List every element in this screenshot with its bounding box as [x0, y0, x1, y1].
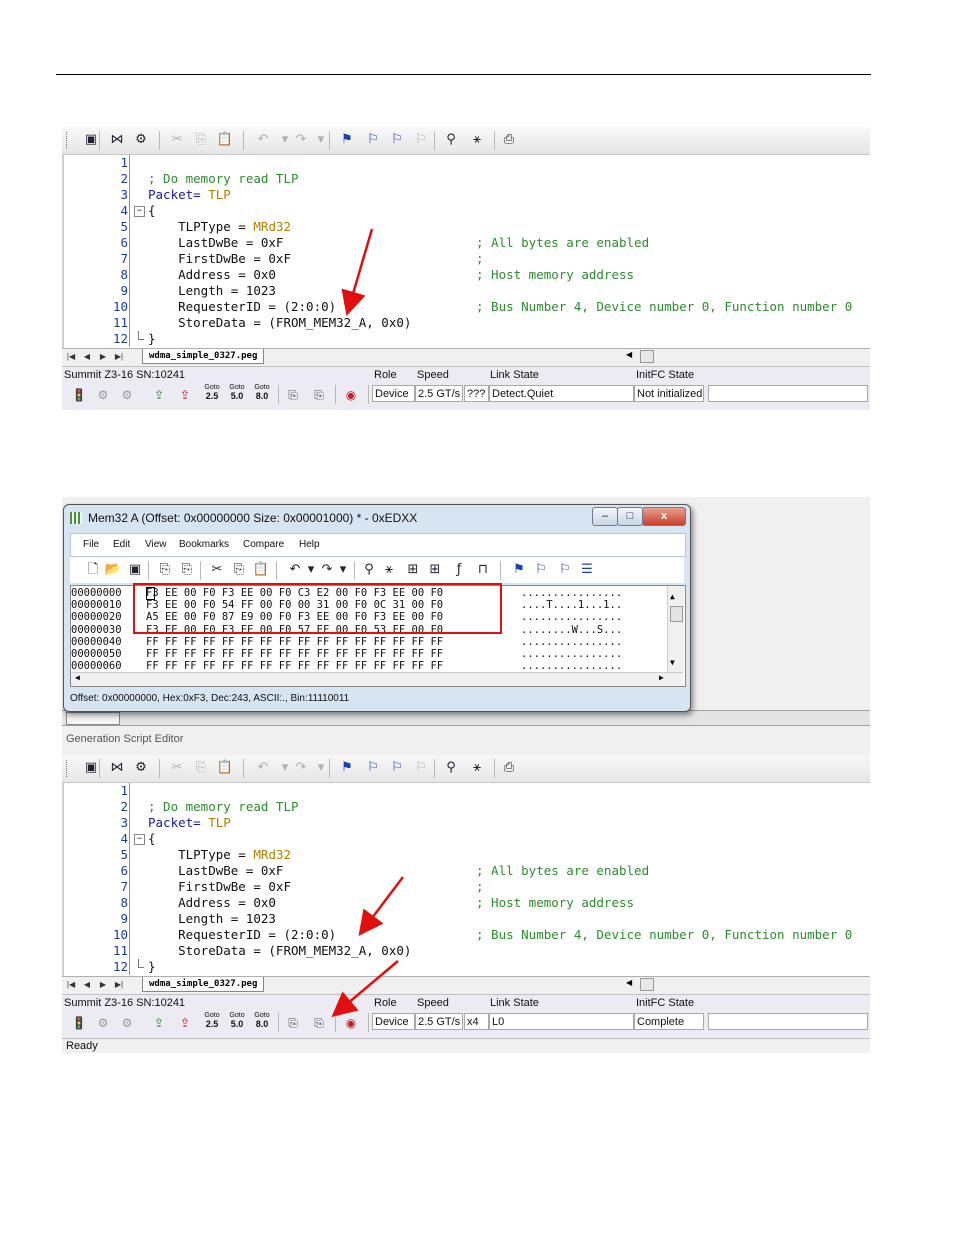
arrow-requester-id-1 [341, 228, 374, 316]
annotation-arrows [331, 228, 404, 1018]
arrow-status-icon [331, 960, 399, 1018]
arrow-requester-id-2 [358, 876, 404, 936]
